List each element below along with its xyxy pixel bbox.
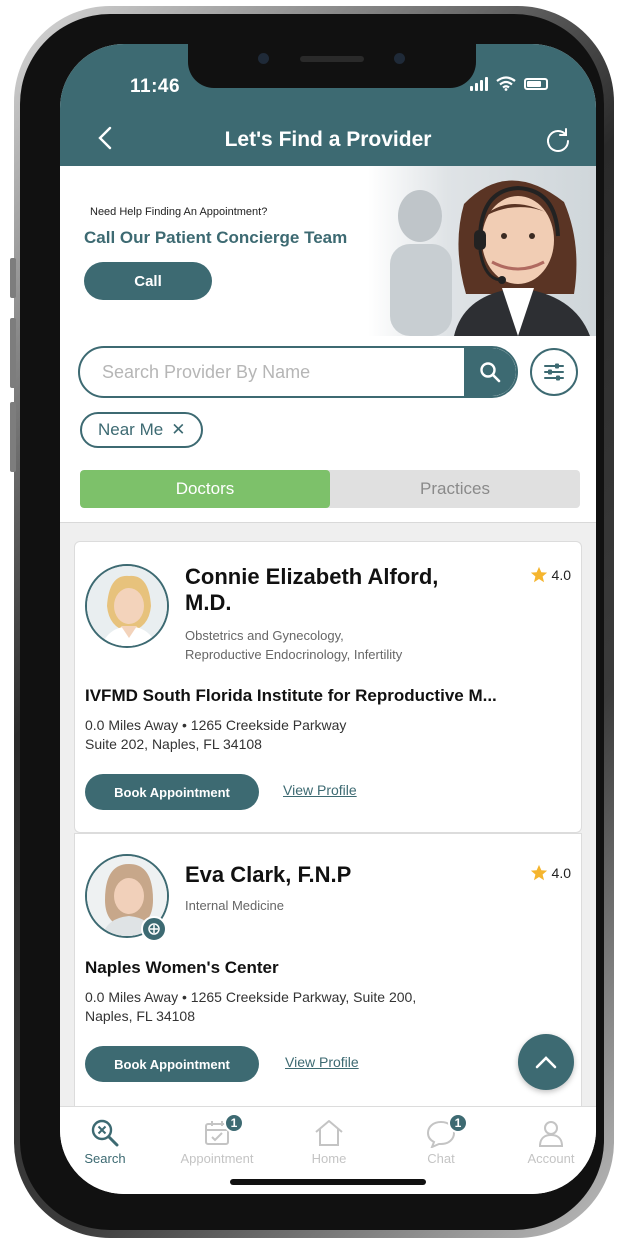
provider-specialty: Internal Medicine: [185, 898, 284, 913]
chip-label: Near Me: [98, 420, 164, 439]
provider-card: Eva Clark, F.N.P 4.0 Internal Medicine N…: [74, 833, 582, 1107]
home-indicator: [230, 1179, 426, 1185]
provider-name[interactable]: Connie Elizabeth Alford, M.D.: [185, 564, 438, 616]
notification-badge: 1: [448, 1113, 468, 1133]
rating: 4.0: [530, 566, 571, 584]
concierge-banner: Need Help Finding An Appointment? Call O…: [60, 166, 596, 336]
practice-name: IVFMD South Florida Institute for Reprod…: [85, 686, 497, 705]
tab-account[interactable]: Account: [506, 1115, 596, 1166]
tab-label: Home: [311, 1151, 347, 1166]
notification-badge: 1: [224, 1113, 244, 1133]
speaker-grille: [300, 56, 364, 62]
home-icon: [315, 1120, 343, 1146]
banner-title: Call Our Patient Concierge Team: [84, 228, 348, 247]
phone-volume-up: [10, 318, 16, 388]
bottom-tab-bar: Search 1 Appointment Home 1 Chat Account: [60, 1106, 596, 1194]
search-icon: [480, 362, 501, 383]
book-appointment-button[interactable]: Book Appointment: [85, 1046, 259, 1082]
status-time: 11:46: [130, 76, 181, 97]
tab-appointment[interactable]: 1 Appointment: [172, 1113, 262, 1166]
banner-subtitle: Need Help Finding An Appointment?: [90, 206, 268, 218]
phone-volume-down: [10, 402, 16, 472]
tab-label: Account: [527, 1151, 575, 1166]
rating: 4.0: [530, 864, 571, 882]
tab-label: Search: [84, 1151, 126, 1166]
provider-card: Connie Elizabeth Alford, M.D. 4.0 Obstet…: [74, 541, 582, 833]
avatar: [85, 564, 169, 648]
page-title: Let's Find a Provider: [224, 128, 432, 151]
provider-address: 0.0 Miles Away • 1265 Creekside Parkway,…: [85, 989, 417, 1024]
telehealth-badge-icon: [141, 916, 167, 942]
rating-value: 4.0: [551, 865, 571, 881]
tab-doctors[interactable]: Doctors: [80, 470, 330, 508]
search-input[interactable]: [102, 348, 462, 396]
tab-label: Appointment: [180, 1151, 254, 1166]
app-screen: 11:46 Let's Find a Provider Need Help Fi…: [60, 44, 596, 1194]
user-icon: [538, 1121, 564, 1147]
provider-type-toggle: Doctors Practices: [80, 470, 580, 508]
tab-practices[interactable]: Practices: [330, 470, 580, 508]
camera-dot: [394, 53, 405, 64]
tab-home[interactable]: Home: [284, 1115, 374, 1166]
provider-specialty: Obstetrics and Gynecology, Reproductive …: [185, 628, 403, 662]
search-icon: [91, 1119, 119, 1147]
chevron-up-icon: [535, 1056, 557, 1069]
phone-notch: [188, 44, 476, 88]
battery-icon: [524, 77, 548, 90]
star-icon: [530, 566, 547, 583]
view-profile-link[interactable]: View Profile: [283, 782, 357, 798]
tab-search[interactable]: Search: [60, 1115, 150, 1166]
search-button[interactable]: [464, 348, 516, 396]
provider-list: Connie Elizabeth Alford, M.D. 4.0 Obstet…: [60, 522, 596, 1107]
provider-address: 0.0 Miles Away • 1265 Creekside Parkway …: [85, 717, 347, 752]
status-icons: [470, 76, 548, 91]
refresh-button[interactable]: [544, 126, 572, 154]
practice-name: Naples Women's Center: [85, 958, 279, 977]
sensor-dot: [258, 53, 269, 64]
close-icon[interactable]: ✕: [171, 420, 185, 440]
phone-mute-switch: [10, 258, 16, 298]
call-button[interactable]: Call: [84, 262, 212, 300]
concierge-photo: [368, 166, 596, 336]
near-me-chip[interactable]: Near Me ✕: [80, 412, 204, 448]
app-header: 11:46 Let's Find a Provider: [60, 44, 596, 166]
view-profile-link[interactable]: View Profile: [285, 1054, 359, 1070]
book-appointment-button[interactable]: Book Appointment: [85, 774, 259, 810]
scroll-to-top-button[interactable]: [518, 1034, 574, 1090]
search-bar: [78, 346, 518, 398]
filter-button[interactable]: [530, 348, 578, 396]
signal-icon: [470, 76, 488, 91]
provider-name[interactable]: Eva Clark, F.N.P: [185, 862, 351, 888]
rating-value: 4.0: [551, 567, 571, 583]
star-icon: [530, 864, 547, 881]
tab-chat[interactable]: 1 Chat: [396, 1113, 486, 1166]
tab-label: Chat: [427, 1151, 455, 1166]
sliders-icon: [544, 363, 564, 381]
wifi-icon: [496, 76, 516, 91]
